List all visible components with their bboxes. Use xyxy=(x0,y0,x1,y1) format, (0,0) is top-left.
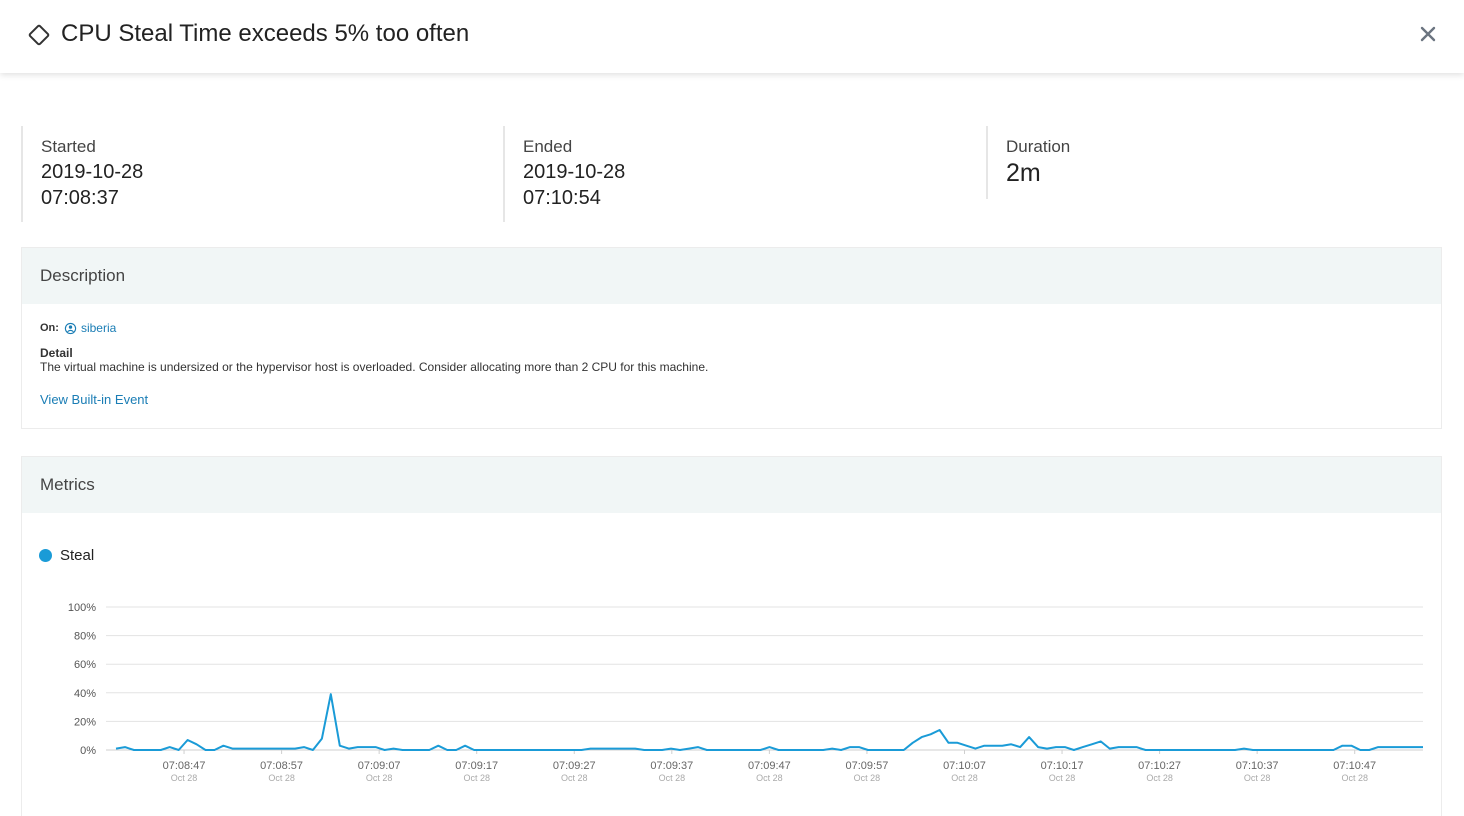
y-tick-label: 80% xyxy=(74,631,96,643)
y-tick-label: 40% xyxy=(74,688,96,700)
duration-value: 2m xyxy=(1006,159,1041,187)
x-tick-label: 07:09:57 xyxy=(846,760,889,772)
legend-dot xyxy=(39,549,52,562)
close-icon[interactable] xyxy=(1418,24,1438,44)
y-tick-label: 20% xyxy=(74,716,96,728)
x-tick-label: 07:08:47 xyxy=(163,760,206,772)
x-tick-label: 07:09:17 xyxy=(455,760,498,772)
diamond-icon xyxy=(28,24,50,46)
x-tick-date: Oct 28 xyxy=(463,773,490,783)
modal-header: CPU Steal Time exceeds 5% too often xyxy=(0,0,1464,73)
x-tick-date: Oct 28 xyxy=(854,773,881,783)
x-tick-date: Oct 28 xyxy=(1244,773,1271,783)
started-label: Started xyxy=(41,137,96,156)
y-tick-label: 100% xyxy=(68,602,96,614)
x-tick-date: Oct 28 xyxy=(1146,773,1173,783)
x-tick-date: Oct 28 xyxy=(366,773,393,783)
x-tick-label: 07:10:07 xyxy=(943,760,986,772)
description-panel: Description On: siberia Detail The virtu… xyxy=(21,247,1442,429)
x-tick-label: 07:09:47 xyxy=(748,760,791,772)
x-tick-label: 07:10:37 xyxy=(1236,760,1279,772)
description-title: Description xyxy=(22,248,1441,304)
duration-stat: Duration 2m xyxy=(986,126,1443,199)
steal-series-line xyxy=(115,693,1423,751)
x-tick-label: 07:08:57 xyxy=(260,760,303,772)
y-tick-label: 0% xyxy=(80,745,96,757)
x-tick-date: Oct 28 xyxy=(756,773,783,783)
host-link[interactable]: siberia xyxy=(81,321,116,335)
started-date: 2019-10-28 xyxy=(41,161,144,183)
x-tick-date: Oct 28 xyxy=(951,773,978,783)
x-tick-date: Oct 28 xyxy=(1049,773,1076,783)
chart-legend[interactable]: Steal xyxy=(39,547,94,564)
x-tick-label: 07:10:17 xyxy=(1041,760,1084,772)
x-tick-label: 07:09:07 xyxy=(358,760,401,772)
started-stat: Started 2019-10-28 07:08:37 xyxy=(21,126,503,222)
metrics-panel: Metrics Steal 100% 80% 60% 40% 20% 0% 07:08:47… xyxy=(21,456,1442,816)
x-tick-label: 07:10:27 xyxy=(1138,760,1181,772)
ended-stat: Ended 2019-10-28 07:10:54 xyxy=(503,126,985,222)
x-tick-label: 07:09:37 xyxy=(650,760,693,772)
ended-time: 07:10:54 xyxy=(523,187,601,209)
steal-chart: 100%80%60%40%20%0%07:08:47Oct 2807:08:57… xyxy=(68,602,1423,783)
x-tick-date: Oct 28 xyxy=(659,773,686,783)
x-tick-date: Oct 28 xyxy=(171,773,198,783)
duration-label: Duration xyxy=(1006,137,1071,156)
event-stats: Started 2019-10-28 07:08:37 Ended 2019-1… xyxy=(21,126,1443,222)
started-time: 07:08:37 xyxy=(41,187,119,209)
page-title: CPU Steal Time exceeds 5% too often xyxy=(61,20,470,47)
legend-label: Steal xyxy=(60,547,95,564)
metrics-title: Metrics xyxy=(22,457,1441,513)
y-tick-label: 60% xyxy=(74,659,96,671)
host-icon xyxy=(64,322,77,334)
x-tick-date: Oct 28 xyxy=(561,773,588,783)
x-tick-date: Oct 28 xyxy=(268,773,295,783)
view-built-in-event-link[interactable]: View Built-in Event xyxy=(40,392,148,407)
x-tick-date: Oct 28 xyxy=(1341,773,1368,783)
detail-text: The virtual machine is undersized or the… xyxy=(40,360,709,374)
ended-label: Ended xyxy=(523,137,573,156)
ended-date: 2019-10-28 xyxy=(523,161,626,183)
on-label: On: xyxy=(40,322,59,334)
detail-label: Detail xyxy=(40,346,73,360)
x-tick-label: 07:10:47 xyxy=(1333,760,1376,772)
x-tick-label: 07:09:27 xyxy=(553,760,596,772)
on-row: On: siberia xyxy=(40,321,1423,335)
